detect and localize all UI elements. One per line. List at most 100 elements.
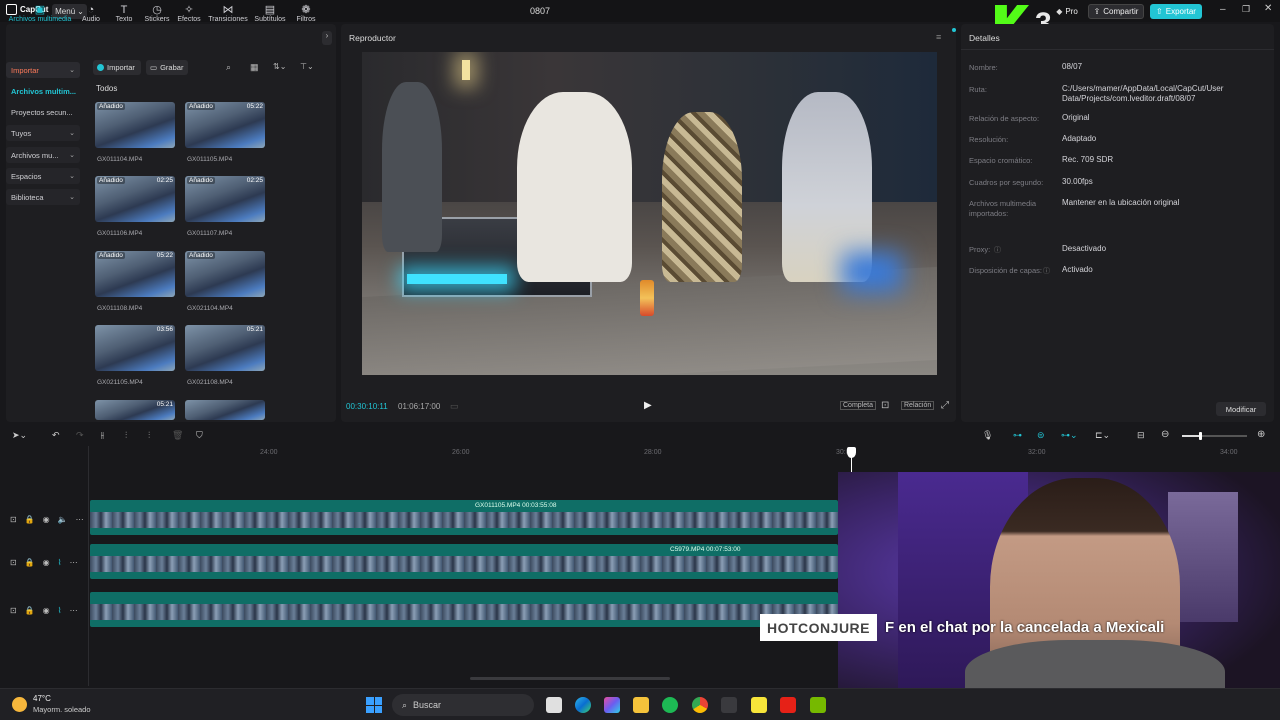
redo-icon[interactable]: ↷	[76, 430, 84, 441]
timecode-icon[interactable]: ▭	[450, 401, 459, 412]
media-thumbnail[interactable]: Añadido 02:25	[185, 176, 265, 222]
preview-axis-icon[interactable]: ⊏⌄	[1095, 430, 1110, 441]
microphone-icon[interactable]: 🎙	[982, 430, 993, 441]
weather-desc[interactable]: Mayorm. soleado	[33, 705, 91, 714]
eye-icon[interactable]: ◉	[43, 606, 50, 615]
edge-icon[interactable]	[575, 697, 591, 713]
media-thumbnail[interactable]: Añadido 05:22	[95, 251, 175, 297]
more-icon[interactable]: ⋯	[70, 558, 78, 567]
eye-icon[interactable]: ◉	[43, 558, 50, 567]
timeline-ruler[interactable]: 24:00 26:00 28:00 30:00 32:00 34:00	[88, 447, 1280, 461]
undo-icon[interactable]: ↶	[52, 430, 60, 441]
caption-icon[interactable]: ⊟	[1137, 430, 1145, 441]
info-icon[interactable]: ⓘ	[1043, 266, 1050, 276]
track-cover-icon[interactable]: ⊡	[10, 606, 17, 615]
weather-icon[interactable]	[12, 697, 27, 712]
more-icon[interactable]: ⋯	[76, 515, 84, 524]
sidebar-item-media-files[interactable]: Archivos mu... ⌄	[6, 147, 80, 163]
speaker-icon[interactable]: 🔈	[58, 515, 68, 524]
zoom-out-icon[interactable]: ⊖	[1161, 429, 1169, 440]
sidebar-item-spaces[interactable]: Espacios ⌄	[6, 168, 80, 184]
info-icon[interactable]: ⓘ	[994, 245, 1001, 255]
media-thumbnail[interactable]: 05:21	[95, 400, 175, 420]
link-icon[interactable]: ⊶	[1013, 430, 1022, 441]
file-explorer-icon[interactable]	[633, 697, 649, 713]
grid-view-icon[interactable]: ▦	[250, 62, 259, 73]
chevron-right-icon[interactable]: ›	[322, 31, 332, 45]
video-track-2[interactable]: C5979.MP4 00:07:53:00	[90, 544, 838, 579]
media-thumbnail[interactable]: Añadido 05:22	[185, 102, 265, 148]
audio-wave-icon[interactable]: ⌇	[58, 558, 62, 567]
media-thumbnail[interactable]: 03:56	[95, 325, 175, 371]
import-button[interactable]: Importar	[93, 60, 141, 75]
task-view-icon[interactable]	[546, 697, 562, 713]
spotify-icon[interactable]	[662, 697, 678, 713]
close-icon[interactable]: ✕	[1264, 3, 1272, 14]
zoom-slider[interactable]	[1182, 432, 1247, 440]
lock-icon[interactable]: 🔒	[25, 515, 35, 524]
tool-effects[interactable]: ✧ Efectos	[172, 4, 206, 28]
sidebar-item-yours[interactable]: Tuyos ⌄	[6, 125, 80, 141]
split-right-icon[interactable]: ⫶	[148, 430, 150, 441]
media-thumbnail[interactable]: Añadido 02:25	[95, 176, 175, 222]
track-cover-icon[interactable]: ⊡	[10, 558, 17, 567]
filter-icon[interactable]: ⊤⌄	[300, 62, 314, 71]
lock-icon[interactable]: 🔒	[25, 558, 35, 567]
record-button[interactable]: ▭ Grabar	[146, 60, 188, 75]
tool-subtitles[interactable]: ▤ Subtítulos	[252, 4, 288, 28]
chrome-icon[interactable]	[692, 697, 708, 713]
modify-button[interactable]: Modificar	[1216, 402, 1266, 416]
youtube-icon[interactable]	[780, 697, 796, 713]
zoom-slider-thumb[interactable]	[1199, 432, 1202, 440]
zoom-in-icon[interactable]: ⊕	[1257, 429, 1265, 440]
sidebar-item-media[interactable]: Archivos multim...	[6, 83, 80, 99]
weather-temp[interactable]: 47°C	[33, 694, 51, 703]
player-menu-icon[interactable]: ≡	[936, 32, 941, 42]
magnet-icon[interactable]: ⊜	[1037, 430, 1045, 441]
sticky-notes-icon[interactable]	[751, 697, 767, 713]
tool-stickers[interactable]: ◷ Stickers	[140, 4, 174, 28]
windows-start-icon[interactable]	[366, 697, 382, 713]
playhead-handle[interactable]	[847, 447, 856, 458]
video-track-1[interactable]: GX011105.MP4 00:03:55:08	[90, 500, 838, 535]
sidebar-item-projects[interactable]: Proyectos secun...	[6, 104, 80, 120]
ratio-button[interactable]: Relación	[901, 401, 935, 410]
snapshot-icon[interactable]: ⊡	[881, 400, 889, 411]
split-icon[interactable]: ⫲	[101, 430, 104, 441]
sort-icon[interactable]: ⇅⌄	[273, 62, 286, 71]
search-icon[interactable]: ⌕	[226, 62, 231, 73]
split-left-icon[interactable]: ⫶	[125, 430, 127, 441]
sidebar-item-library[interactable]: Biblioteca ⌄	[6, 189, 80, 205]
sidebar-item-import[interactable]: Importar ⌄	[6, 62, 80, 78]
full-quality-button[interactable]: Completa	[840, 401, 876, 410]
obs-icon[interactable]	[721, 697, 737, 713]
tool-filters[interactable]: ❁ Filtros	[289, 4, 323, 28]
minimize-icon[interactable]: –	[1220, 4, 1226, 15]
delete-icon[interactable]: 🗑	[172, 430, 183, 441]
lock-icon[interactable]: 🔒	[25, 606, 35, 615]
share-button[interactable]: ⇪ Compartir	[1088, 4, 1144, 19]
media-thumbnail[interactable]: Añadido	[95, 102, 175, 148]
tool-transitions[interactable]: ⋈ Transiciones	[207, 4, 249, 28]
export-button[interactable]: ⇧ Exportar	[1150, 4, 1202, 19]
audio-wave-icon[interactable]: ⌇	[58, 606, 62, 615]
media-thumbnail[interactable]: 05:21	[185, 325, 265, 371]
shield-icon[interactable]: ⛉	[196, 430, 203, 441]
tool-media[interactable]: ▣ Archivos multimedia	[7, 4, 73, 28]
more-icon[interactable]: ⋯	[70, 606, 78, 615]
media-thumbnail[interactable]: Añadido	[185, 251, 265, 297]
nvidia-icon[interactable]	[810, 697, 826, 713]
eye-icon[interactable]: ◉	[43, 515, 50, 524]
maximize-icon[interactable]: ❐	[1242, 4, 1250, 15]
play-icon[interactable]: ▶	[644, 400, 652, 411]
tool-audio[interactable]: ◔ Audio	[74, 4, 108, 28]
media-thumbnail[interactable]	[185, 400, 265, 420]
video-track-3[interactable]	[90, 592, 838, 627]
tool-text[interactable]: T Texto	[107, 4, 141, 28]
timeline-scrollbar[interactable]	[470, 677, 670, 680]
copilot-icon[interactable]	[604, 697, 620, 713]
video-preview[interactable]	[362, 52, 937, 375]
fullscreen-icon[interactable]: ⤢	[941, 400, 949, 411]
linkage-icon[interactable]: ⊶⌄	[1061, 430, 1078, 441]
cursor-icon[interactable]: ➤⌄	[12, 430, 27, 441]
